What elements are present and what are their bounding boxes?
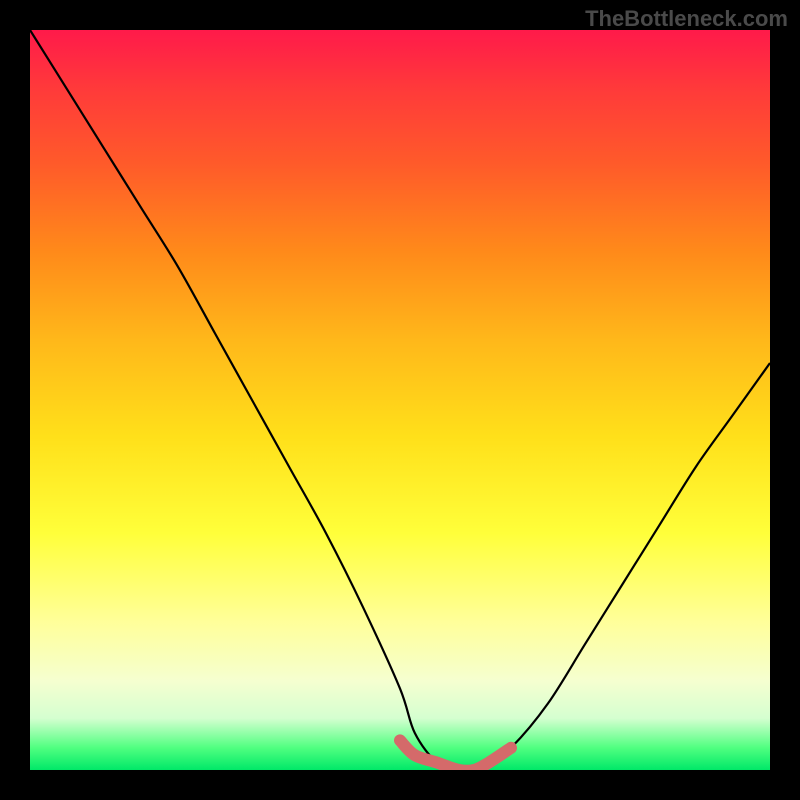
optimal-zone-path (400, 740, 511, 770)
bottleneck-curve-path (30, 30, 770, 770)
chart-svg (30, 30, 770, 770)
watermark-text: TheBottleneck.com (585, 6, 788, 32)
chart-plot-area (30, 30, 770, 770)
